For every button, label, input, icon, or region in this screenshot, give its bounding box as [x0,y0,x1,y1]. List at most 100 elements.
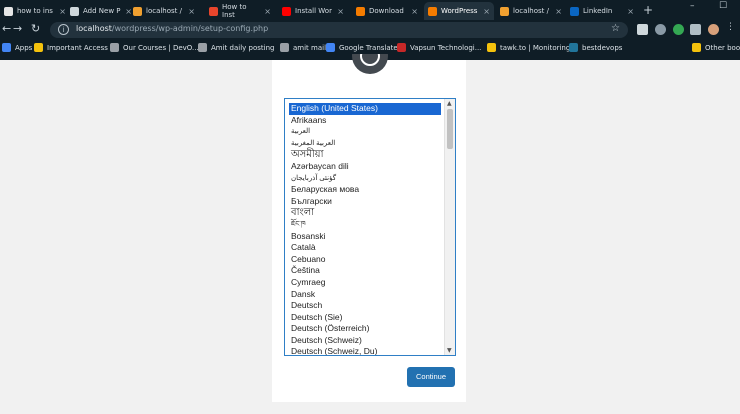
browser-tab[interactable]: Add New P × [66,2,136,20]
tab-label: How to Inst [222,3,247,19]
tab-favicon-icon [70,6,79,16]
new-tab-button[interactable]: + [643,3,653,17]
language-option[interactable]: বাংলা [289,207,441,219]
continue-button[interactable]: Continue [407,367,455,387]
tab-label: Add New P [83,7,121,15]
browser-tab[interactable]: Install Wor × [278,2,348,20]
language-option[interactable]: Afrikaans [289,115,441,127]
tab-favicon-icon [209,6,218,16]
tab-favicon-icon [282,6,291,16]
scroll-down-icon[interactable]: ▼ [447,347,452,354]
bookmark-icon [487,43,496,52]
bookmark-label: amit mail [293,43,327,52]
bookmark-item[interactable]: Vapsun Technologi... [397,43,481,52]
tab-close-icon[interactable]: × [337,7,344,16]
tab-close-icon[interactable]: × [264,7,271,16]
tab-close-icon[interactable]: × [555,7,562,16]
bookmark-label: tawk.to | Monitoring [500,43,571,52]
bookmark-item[interactable]: Amit daily posting [198,43,274,52]
tab-favicon-icon [428,6,437,16]
grammarly-icon[interactable] [673,24,684,35]
language-option[interactable]: অসমীয়া [289,149,441,161]
bookmark-label: Other bookm [705,43,740,52]
tab-close-icon[interactable]: × [483,7,490,16]
bookmark-item[interactable]: tawk.to | Monitoring [487,43,570,52]
bookmark-icon [198,43,207,52]
language-option[interactable]: گؤنئی آذربایجان [289,173,441,185]
browser-tab[interactable]: Download × [352,2,422,20]
browser-tab[interactable]: localhost / × [496,2,566,20]
browser-tab[interactable]: How to Inst × [205,2,275,20]
bookmark-item[interactable]: amit mail [280,43,326,52]
scrollbar[interactable]: ▲ ▼ [444,99,455,355]
language-option[interactable]: Català [289,242,441,254]
language-option[interactable]: Azərbaycan dili [289,161,441,173]
bookmark-icon [2,43,11,52]
language-option[interactable]: Čeština [289,265,441,277]
language-option[interactable]: Deutsch [289,300,441,312]
url-text[interactable]: localhost/wordpress/wp-admin/setup-confi… [76,24,268,33]
bookmark-item[interactable]: bestdevops [569,43,622,52]
language-option[interactable]: Беларуская мова [289,184,441,196]
puzzle-icon[interactable] [690,24,701,35]
language-option[interactable]: ཇོང་ཁ [289,219,441,231]
language-option[interactable]: العربية المغربية [289,138,441,150]
tab-label: how to ins [17,7,53,15]
tab-close-icon[interactable]: × [188,7,195,16]
browser-tab[interactable]: LinkedIn × [566,2,638,20]
back-icon[interactable]: ← [2,22,11,35]
language-option[interactable]: Deutsch (Schweiz, Du) [289,346,441,355]
tab-close-icon[interactable]: × [411,7,418,16]
bookmark-item[interactable]: Apps [2,43,32,52]
language-option[interactable]: Deutsch (Sie) [289,312,441,324]
bookmark-label: Vapsun Technologi... [410,43,482,52]
bookmark-icon [110,43,119,52]
scroll-up-icon[interactable]: ▲ [447,100,452,107]
language-option[interactable]: English (United States) [288,102,442,116]
wordpress-logo [343,54,397,76]
bookmark-icon [692,43,701,52]
bookmark-label: Our Courses | DevO... [123,43,199,52]
language-option[interactable]: Cebuano [289,254,441,266]
avatar[interactable] [708,24,719,35]
tab-label: localhost / [146,7,183,15]
language-list: English (United States) Afrikaans العربية ا… [288,102,442,355]
maximize-button[interactable]: ☐ [719,1,727,11]
language-option[interactable]: Bosanski [289,231,441,243]
language-option[interactable]: العربية [289,126,441,138]
language-option[interactable]: Български [289,196,441,208]
bookmark-label: Google Translate [339,43,398,52]
language-option[interactable]: Dansk [289,289,441,301]
url-host: localhost [76,24,112,33]
extension-icon[interactable] [637,24,648,35]
tab-label: LinkedIn [583,7,613,15]
bookmark-icon [326,43,335,52]
bookmark-item[interactable]: Important Access [34,43,108,52]
scroll-thumb[interactable] [447,109,453,149]
tab-favicon-icon [4,6,13,16]
reload-icon[interactable]: ↻ [31,22,40,35]
tab-close-icon[interactable]: × [59,7,66,16]
bookmark-item[interactable]: Google Translate [326,43,398,52]
url-path: /wordpress/wp-admin/setup-config.php [111,24,269,33]
language-option[interactable]: Cymraeg [289,277,441,289]
browser-tab[interactable]: how to ins × [0,2,70,20]
bookmark-item[interactable]: Our Courses | DevO... [110,43,199,52]
menu-icon[interactable]: ⋮ [726,22,735,32]
language-option[interactable]: Deutsch (Österreich) [289,323,441,335]
minimize-button[interactable]: – [690,1,695,11]
bookmark-star-icon[interactable]: ☆ [611,23,620,34]
tab-label: localhost / [513,7,550,15]
extension-icon[interactable] [655,24,666,35]
forward-icon[interactable]: → [13,22,22,35]
language-select[interactable]: English (United States) Afrikaans العربية ا… [284,98,456,356]
tab-label: WordPress [441,7,478,15]
bookmark-icon [280,43,289,52]
language-option[interactable]: Deutsch (Schweiz) [289,335,441,347]
bookmark-item[interactable]: Other bookm [692,43,740,52]
browser-tab[interactable]: WordPress × [424,2,494,20]
tab-close-icon[interactable]: × [627,7,634,16]
info-icon[interactable]: i [58,24,69,35]
browser-tab[interactable]: localhost / × [129,2,199,20]
bookmark-icon [397,43,406,52]
